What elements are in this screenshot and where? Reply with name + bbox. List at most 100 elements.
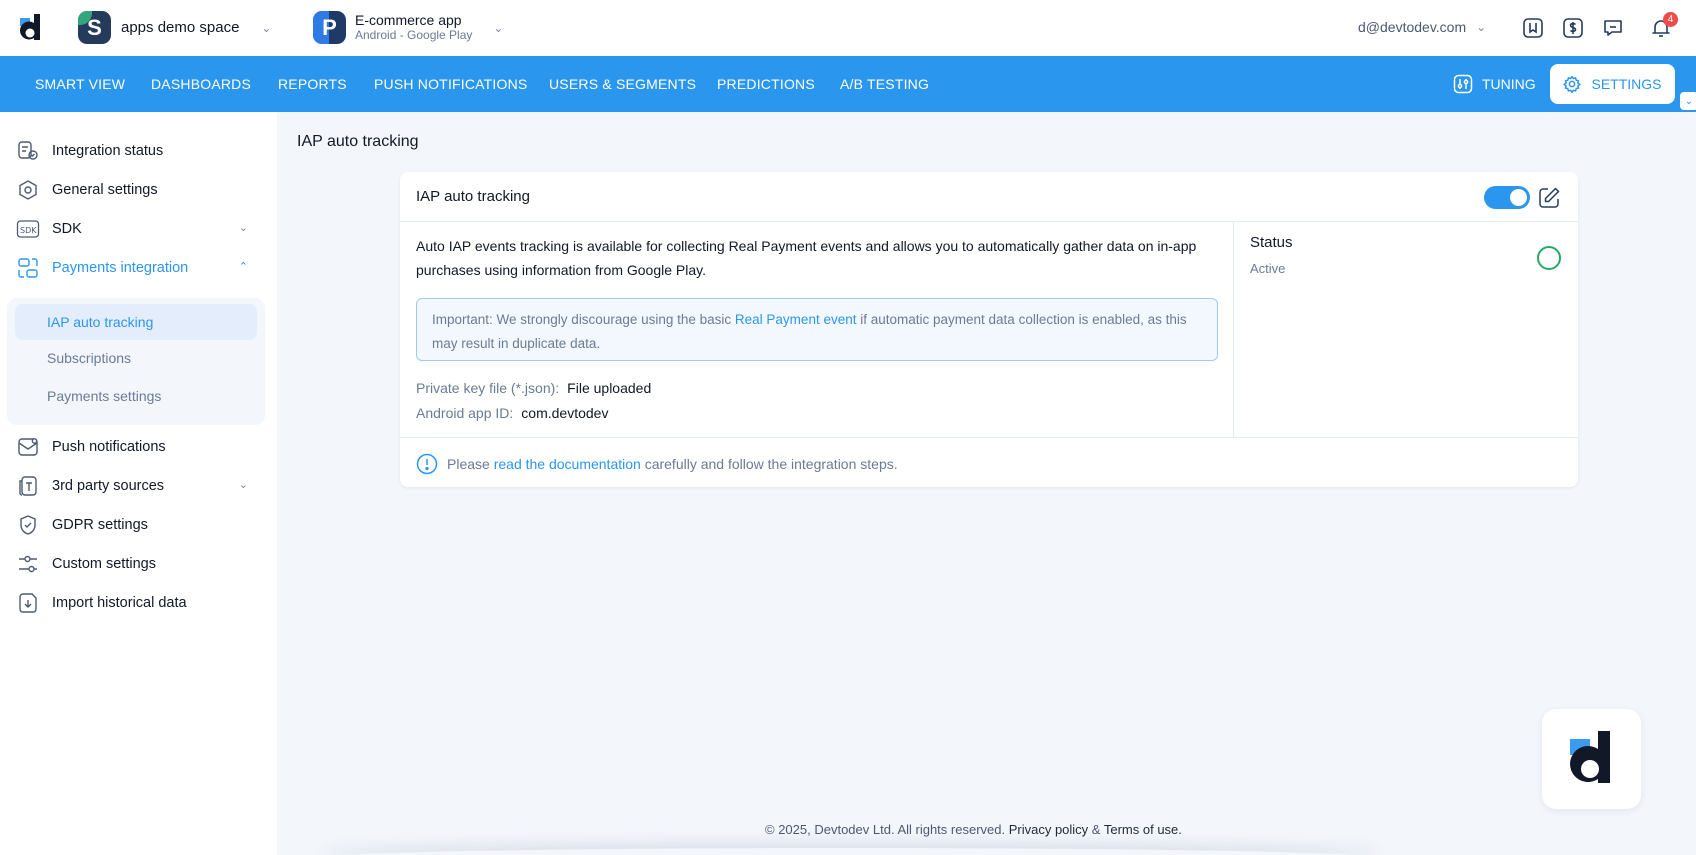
collapse-nav-button[interactable]: ⌄ <box>1680 92 1696 110</box>
duplicate-data-warning: Important: We strongly discourage using … <box>416 298 1218 361</box>
integration-status-icon <box>16 139 40 163</box>
copyright-text: © 2025, Devtodev Ltd. All rights reserve… <box>765 822 1006 837</box>
sidebar-item-label: Custom settings <box>52 556 156 572</box>
bell-icon[interactable]: 4 <box>1648 12 1678 41</box>
space-avatar: S <box>78 11 111 44</box>
third-party-icon <box>16 474 40 498</box>
warning-text-prefix: Important: We strongly discourage using … <box>432 312 735 327</box>
settings-button[interactable]: SETTINGS <box>1550 64 1675 104</box>
sidebar-item-label: General settings <box>52 182 158 198</box>
chevron-down-icon: ⌄ <box>238 222 248 234</box>
nav-predictions[interactable]: PREDICTIONS <box>717 56 815 112</box>
devtodev-logo[interactable] <box>18 12 44 44</box>
private-key-row: Private key file (*.json): File uploaded <box>416 380 651 396</box>
page-title: IAP auto tracking <box>297 133 419 150</box>
bookmark-icon[interactable] <box>1520 15 1546 41</box>
sliders-icon <box>16 552 40 576</box>
sidebar-item-label: GDPR settings <box>52 517 148 533</box>
iap-description: Auto IAP events tracking is available fo… <box>416 238 1197 278</box>
sidebar-item-sdk[interactable]: SDK SDK ⌄ <box>16 215 256 243</box>
chevron-down-icon: ⌄ <box>493 20 504 35</box>
notification-count-badge: 4 <box>1663 12 1678 27</box>
sidebar-item-label: 3rd party sources <box>52 478 165 494</box>
gear-icon <box>1563 75 1582 93</box>
shield-check-icon <box>16 513 40 537</box>
space-name: apps demo space <box>121 19 240 36</box>
real-payment-event-link[interactable]: Real Payment event <box>735 312 857 327</box>
subitem-payments-settings[interactable]: Payments settings <box>15 378 257 414</box>
nav-reports[interactable]: REPORTS <box>278 56 347 112</box>
tuning-icon <box>1453 74 1473 94</box>
support-widget-button[interactable] <box>1542 709 1641 809</box>
chevron-down-icon: ⌄ <box>261 20 272 35</box>
settings-sidebar: Integration status General settings SDK … <box>0 112 277 855</box>
app-id-label: Android app ID: <box>416 405 514 421</box>
app-selector[interactable]: P E-commerce app Android - Google Play ⌄ <box>313 11 503 44</box>
hexagon-settings-icon <box>16 178 40 202</box>
devtodev-logo <box>1569 731 1610 783</box>
chevron-up-icon: ⌃ <box>238 261 248 273</box>
app-id-value: com.devtodev <box>521 405 609 421</box>
payments-icon <box>16 256 40 280</box>
app-avatar: P <box>313 11 346 44</box>
chevron-down-icon: ⌄ <box>238 479 248 491</box>
space-selector[interactable]: S apps demo space ⌄ <box>78 11 271 44</box>
chevron-down-icon: ⌄ <box>1476 20 1487 34</box>
nav-smart-view[interactable]: SMART VIEW <box>35 56 125 112</box>
sidebar-item-label: Push notifications <box>52 439 166 455</box>
sidebar-item-label: Integration status <box>52 143 164 159</box>
card-title: IAP auto tracking <box>416 188 530 205</box>
edit-icon[interactable] <box>1536 185 1562 211</box>
sidebar-item-payments-integration[interactable]: Payments integration ⌃ <box>16 254 256 282</box>
status-label: Status <box>1250 234 1293 251</box>
user-menu[interactable]: d@devtodev.com ⌄ <box>1358 19 1486 35</box>
iap-tracking-toggle[interactable] <box>1484 186 1530 209</box>
private-key-label: Private key file (*.json): <box>416 380 560 396</box>
sidebar-item-custom-settings[interactable]: Custom settings <box>16 550 256 578</box>
sidebar-item-gdpr-settings[interactable]: GDPR settings <box>16 511 256 539</box>
sdk-icon: SDK <box>16 217 40 241</box>
card-header: IAP auto tracking <box>400 172 1578 222</box>
settings-label: SETTINGS <box>1591 76 1662 92</box>
iap-tracking-card: IAP auto tracking Auto IAP events tracki… <box>400 172 1578 487</box>
sidebar-item-import-historical-data[interactable]: Import historical data <box>16 589 256 617</box>
nav-ab-testing[interactable]: A/B TESTING <box>840 56 929 112</box>
card-footer: Please read the documentation carefully … <box>400 437 1578 487</box>
app-id-row: Android app ID: com.devtodev <box>416 405 608 421</box>
app-platform: Android - Google Play <box>355 27 473 42</box>
user-email: d@devtodev.com <box>1358 19 1467 35</box>
sidebar-item-general-settings[interactable]: General settings <box>16 176 256 204</box>
subitem-subscriptions[interactable]: Subscriptions <box>15 340 257 376</box>
footer-text-prefix: Please <box>447 456 494 472</box>
sidebar-item-label: SDK <box>52 221 82 237</box>
column-divider <box>1233 222 1234 437</box>
tuning-label: TUNING <box>1482 76 1536 92</box>
sidebar-item-3rd-party-sources[interactable]: 3rd party sources ⌄ <box>16 472 256 500</box>
bottom-shadow <box>320 848 1380 855</box>
payments-submenu: IAP auto tracking Subscriptions Payments… <box>7 298 265 425</box>
sidebar-item-push-notifications[interactable]: Push notifications <box>16 433 256 461</box>
nav-dashboards[interactable]: DASHBOARDS <box>151 56 251 112</box>
copyright: © 2025, Devtodev Ltd. All rights reserve… <box>765 822 1182 837</box>
documentation-link[interactable]: read the documentation <box>494 456 641 472</box>
import-icon <box>16 591 40 615</box>
push-notification-icon <box>16 435 40 459</box>
amp-text: & <box>1088 822 1104 837</box>
svg-text:SDK: SDK <box>20 226 37 235</box>
nav-push-notifications[interactable]: PUSH NOTIFICATIONS <box>374 56 527 112</box>
tuning-button[interactable]: TUNING <box>1453 56 1536 112</box>
subitem-iap-auto-tracking[interactable]: IAP auto tracking <box>15 304 257 340</box>
top-bar: S apps demo space ⌄ P E-commerce app And… <box>0 0 1696 56</box>
privacy-policy-link[interactable]: Privacy policy <box>1009 822 1088 837</box>
private-key-value: File uploaded <box>567 380 652 396</box>
terms-of-use-link[interactable]: Terms of use. <box>1104 822 1182 837</box>
nav-users-segments[interactable]: USERS & SEGMENTS <box>549 56 696 112</box>
app-name: E-commerce app <box>355 11 462 28</box>
billing-icon[interactable] <box>1560 15 1586 41</box>
sidebar-item-integration-status[interactable]: Integration status <box>16 137 256 165</box>
info-icon <box>416 453 438 475</box>
sidebar-item-label: Payments integration <box>52 260 189 276</box>
chat-icon[interactable] <box>1600 15 1626 41</box>
status-active-indicator <box>1537 246 1561 270</box>
footer-text-suffix: carefully and follow the integration ste… <box>640 456 898 472</box>
